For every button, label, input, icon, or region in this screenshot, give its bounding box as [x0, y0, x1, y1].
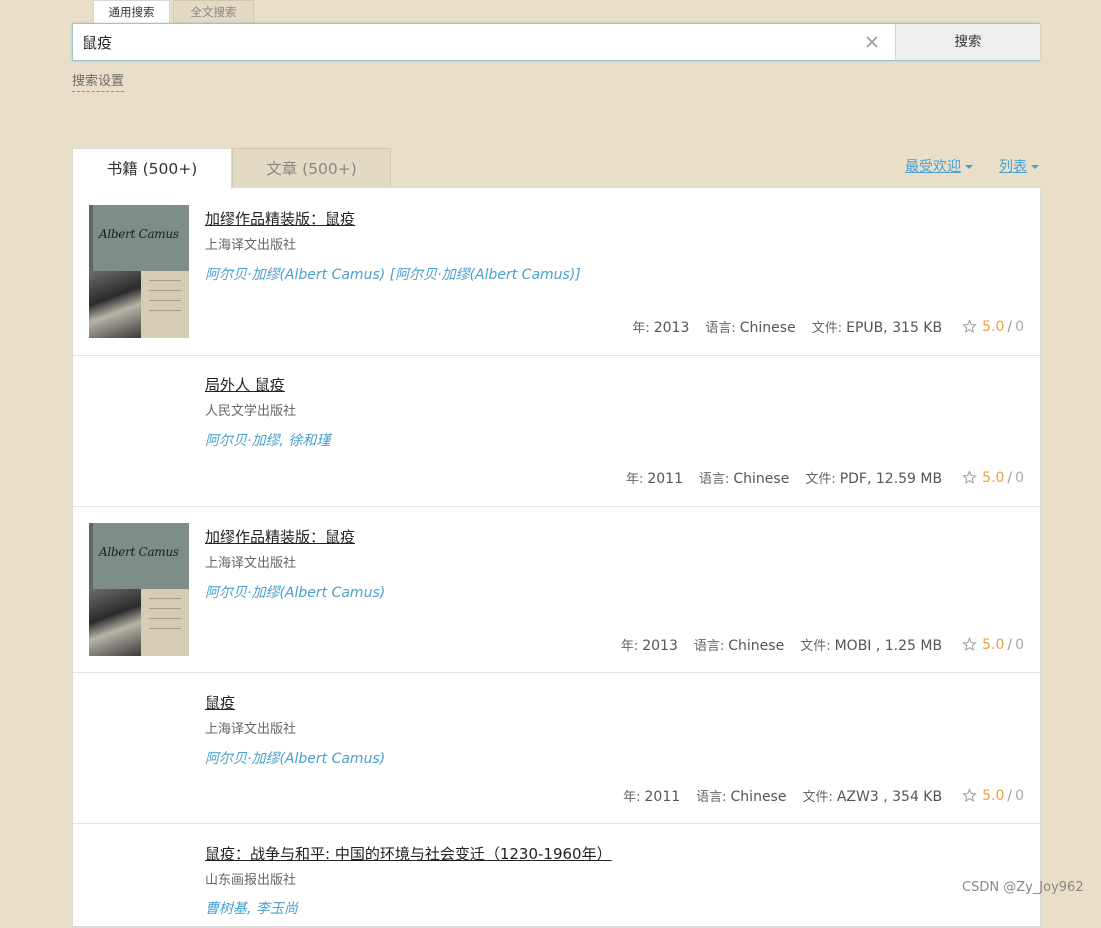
chevron-down-icon	[965, 165, 973, 169]
rating-count: 0	[1015, 318, 1024, 335]
book-file: AZW3 , 354 KB	[836, 789, 943, 805]
book-file: EPUB, 315 KB	[846, 320, 943, 336]
book-title[interactable]: 鼠疫	[205, 692, 235, 713]
list-item: Albert Camus 加缪作品精装版：鼠疫 上海译文出版社 阿尔贝·加缪(A…	[73, 507, 1040, 673]
tab-fulltext-search[interactable]: 全文搜索	[173, 0, 254, 23]
tab-articles[interactable]: 文章 (500+)	[232, 148, 391, 188]
cover-script: Albert Camus	[99, 545, 179, 559]
rating-count: 0	[1015, 787, 1024, 804]
book-authors[interactable]: 阿尔贝·加缪(Albert Camus)	[205, 748, 385, 768]
file-label: 文件:	[805, 472, 836, 487]
book-publisher: 人民文学出版社	[205, 404, 297, 419]
year-label: 年:	[625, 472, 644, 487]
book-publisher: 山东画报出版社	[205, 873, 297, 888]
book-year: 2011	[644, 789, 681, 805]
sort-dropdown[interactable]: 最受欢迎	[905, 159, 973, 176]
star-icon[interactable]	[962, 319, 977, 334]
search-input[interactable]	[73, 24, 902, 60]
year-label: 年:	[623, 790, 641, 805]
list-item: 鼠疫：战争与和平: 中国的环境与社会变迁（1230-1960年） 山东画报出版社…	[73, 824, 1040, 928]
book-year: 2013	[653, 320, 690, 336]
file-label: 文件:	[800, 639, 831, 654]
search-settings-link[interactable]: 搜索设置	[72, 73, 125, 92]
file-label: 文件:	[802, 790, 833, 805]
book-title[interactable]: 加缪作品精装版：鼠疫	[205, 208, 355, 229]
book-meta: 年: 2013 语言: Chinese 文件: EPUB, 315 KB 5.0/0	[632, 318, 1024, 337]
close-icon[interactable]	[863, 33, 881, 51]
list-item: 局外人 鼠疫 人民文学出版社 阿尔贝·加缪, 徐和瑾 年: 2011 语言: Chi…	[73, 356, 1040, 507]
book-publisher: 上海译文出版社	[205, 722, 297, 737]
list-item: Albert Camus 加缪作品精装版：鼠疫 上海译文出版社 阿尔贝·加缪(A…	[73, 188, 1040, 356]
book-language: Chinese	[733, 471, 790, 487]
language-label: 语言:	[705, 321, 736, 336]
book-year: 2011	[647, 471, 683, 487]
book-authors[interactable]: 阿尔贝·加缪, 徐和瑾	[205, 430, 330, 450]
book-meta: 年: 2013 语言: Chinese 文件: MOBI , 1.25 MB 5.0/…	[620, 636, 1024, 655]
book-file: MOBI , 1.25 MB	[834, 638, 943, 654]
search-button[interactable]: 搜索	[895, 24, 1040, 60]
language-label: 语言:	[698, 472, 730, 487]
book-publisher: 上海译文出版社	[205, 238, 297, 253]
book-language: Chinese	[739, 320, 796, 336]
star-icon[interactable]	[962, 788, 977, 803]
star-icon[interactable]	[962, 470, 977, 485]
book-year: 2013	[642, 638, 678, 654]
language-label: 语言:	[693, 639, 725, 654]
results-list: Albert Camus 加缪作品精装版：鼠疫 上海译文出版社 阿尔贝·加缪(A…	[72, 187, 1041, 927]
rating-count: 0	[1015, 469, 1024, 486]
book-language: Chinese	[730, 789, 787, 805]
list-item: 鼠疫 上海译文出版社 阿尔贝·加缪(Albert Camus) 年: 2011 语…	[73, 673, 1040, 824]
book-title[interactable]: 局外人 鼠疫	[205, 374, 285, 395]
sort-label: 最受欢迎	[905, 159, 961, 175]
book-publisher: 上海译文出版社	[205, 556, 297, 571]
cover-script: Albert Camus	[99, 227, 179, 241]
rating-count: 0	[1015, 636, 1024, 653]
tab-books[interactable]: 书籍 (500+)	[72, 148, 232, 189]
book-title[interactable]: 鼠疫：战争与和平: 中国的环境与社会变迁（1230-1960年）	[205, 843, 612, 864]
book-file: PDF, 12.59 MB	[839, 471, 943, 487]
file-label: 文件:	[811, 321, 843, 336]
watermark: CSDN @Zy_Joy962	[962, 880, 1084, 895]
view-label: 列表	[999, 159, 1027, 175]
book-authors[interactable]: 曹树基, 李玉尚	[205, 898, 298, 918]
rating-value: 5.0	[982, 787, 1005, 804]
rating-value: 5.0	[982, 318, 1005, 335]
book-cover[interactable]: Albert Camus	[89, 205, 189, 338]
star-icon[interactable]	[962, 637, 977, 652]
tab-general-search[interactable]: 通用搜索	[93, 0, 170, 24]
view-dropdown[interactable]: 列表	[999, 159, 1039, 176]
search-bar: 搜索	[72, 23, 1040, 61]
book-cover[interactable]: Albert Camus	[89, 523, 189, 656]
language-label: 语言:	[696, 790, 727, 805]
book-language: Chinese	[728, 638, 785, 654]
chevron-down-icon	[1031, 165, 1039, 169]
year-label: 年:	[620, 639, 639, 654]
book-authors[interactable]: 阿尔贝·加缪(Albert Camus)	[205, 582, 385, 602]
rating-value: 5.0	[982, 636, 1005, 653]
year-label: 年:	[632, 321, 650, 336]
book-meta: 年: 2011 语言: Chinese 文件: AZW3 , 354 KB 5.0/0	[623, 787, 1024, 806]
book-authors[interactable]: 阿尔贝·加缪(Albert Camus) [阿尔贝·加缪(Albert Camu…	[205, 264, 581, 284]
book-title[interactable]: 加缪作品精装版：鼠疫	[205, 526, 355, 547]
rating-value: 5.0	[982, 469, 1005, 486]
book-meta: 年: 2011 语言: Chinese 文件: PDF, 12.59 MB 5.0/0	[625, 469, 1024, 488]
